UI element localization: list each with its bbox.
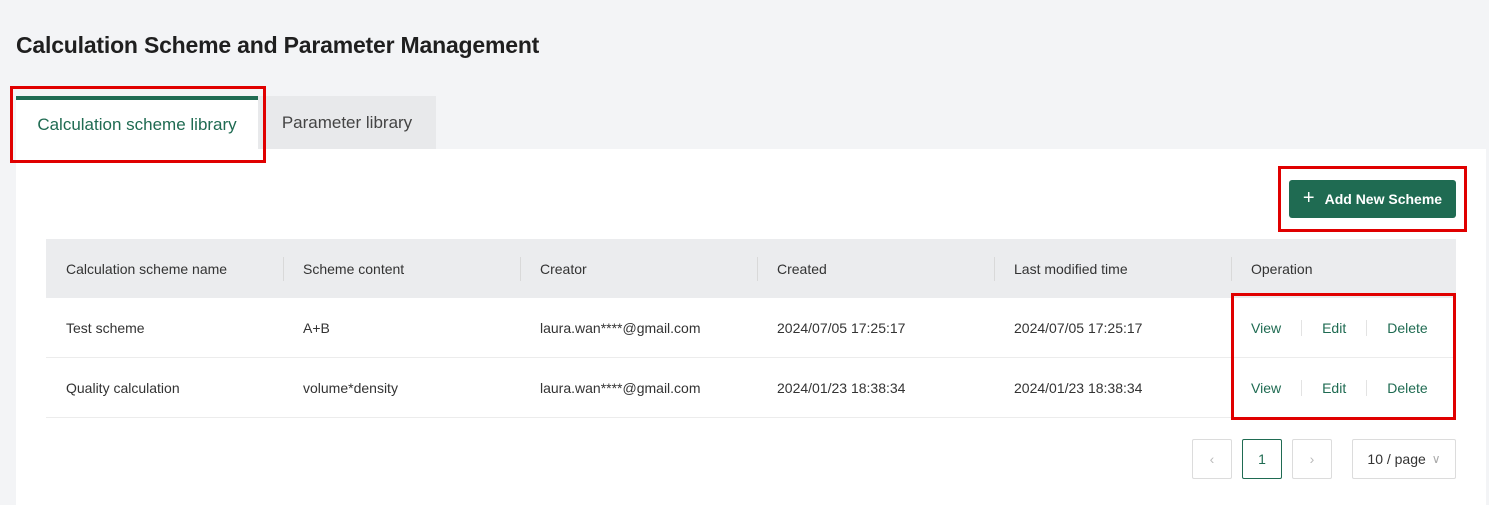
tab-parameter-library[interactable]: Parameter library (258, 96, 436, 149)
page-title: Calculation Scheme and Parameter Managem… (16, 32, 540, 58)
page-number-button[interactable]: 1 (1242, 439, 1282, 479)
divider (1301, 319, 1303, 336)
chevron-right-icon: › (1309, 451, 1315, 467)
cell-modified: 2024/07/05 17:25:17 (1014, 319, 1143, 336)
chevron-down-icon: ∨ (1431, 452, 1441, 466)
delete-link[interactable]: Delete (1387, 380, 1427, 396)
divider (1366, 379, 1368, 396)
column-header-content: Scheme content (283, 239, 520, 298)
column-header-name: Calculation scheme name (66, 260, 228, 277)
add-new-scheme-label: Add New Scheme (1324, 191, 1443, 207)
prev-page-button[interactable]: ‹ (1192, 439, 1232, 479)
view-link[interactable]: View (1251, 320, 1281, 336)
scheme-table: Calculation scheme name Scheme content C… (46, 239, 1456, 418)
cell-created: 2024/07/05 17:25:17 (777, 319, 906, 336)
view-link[interactable]: View (1251, 380, 1281, 396)
column-header-created: Created (757, 239, 994, 298)
cell-created: 2024/01/23 18:38:34 (777, 379, 906, 396)
divider (1366, 319, 1368, 336)
tab-bar: Calculation scheme library Parameter lib… (16, 96, 436, 149)
page-size-value: 10 / page (1367, 451, 1426, 467)
row-operations: View Edit Delete (1231, 379, 1456, 396)
tab-calculation-scheme-library[interactable]: Calculation scheme library (16, 96, 258, 149)
table-header: Calculation scheme name Scheme content C… (46, 239, 1456, 298)
chevron-left-icon: ‹ (1209, 451, 1215, 467)
cell-content: volume*density (303, 379, 398, 396)
next-page-button[interactable]: › (1292, 439, 1332, 479)
plus-icon: + (1302, 187, 1315, 209)
column-header-creator: Creator (520, 239, 757, 298)
add-new-scheme-button[interactable]: + Add New Scheme (1289, 180, 1456, 218)
edit-link[interactable]: Edit (1322, 380, 1346, 396)
table-row: Test scheme A+B laura.wan****@gmail.com … (46, 298, 1456, 358)
cell-name: Quality calculation (66, 379, 180, 396)
divider (1301, 379, 1303, 396)
cell-creator: laura.wan****@gmail.com (540, 319, 701, 336)
cell-content: A+B (303, 319, 330, 336)
column-header-modified: Last modified time (994, 239, 1231, 298)
cell-name: Test scheme (66, 319, 145, 336)
cell-modified: 2024/01/23 18:38:34 (1014, 379, 1143, 396)
edit-link[interactable]: Edit (1322, 320, 1346, 336)
row-operations: View Edit Delete (1231, 319, 1456, 336)
cell-creator: laura.wan****@gmail.com (540, 379, 701, 396)
column-header-operation: Operation (1231, 239, 1456, 298)
table-row: Quality calculation volume*density laura… (46, 358, 1456, 418)
page-size-select[interactable]: 10 / page ∨ (1352, 439, 1456, 479)
delete-link[interactable]: Delete (1387, 320, 1427, 336)
